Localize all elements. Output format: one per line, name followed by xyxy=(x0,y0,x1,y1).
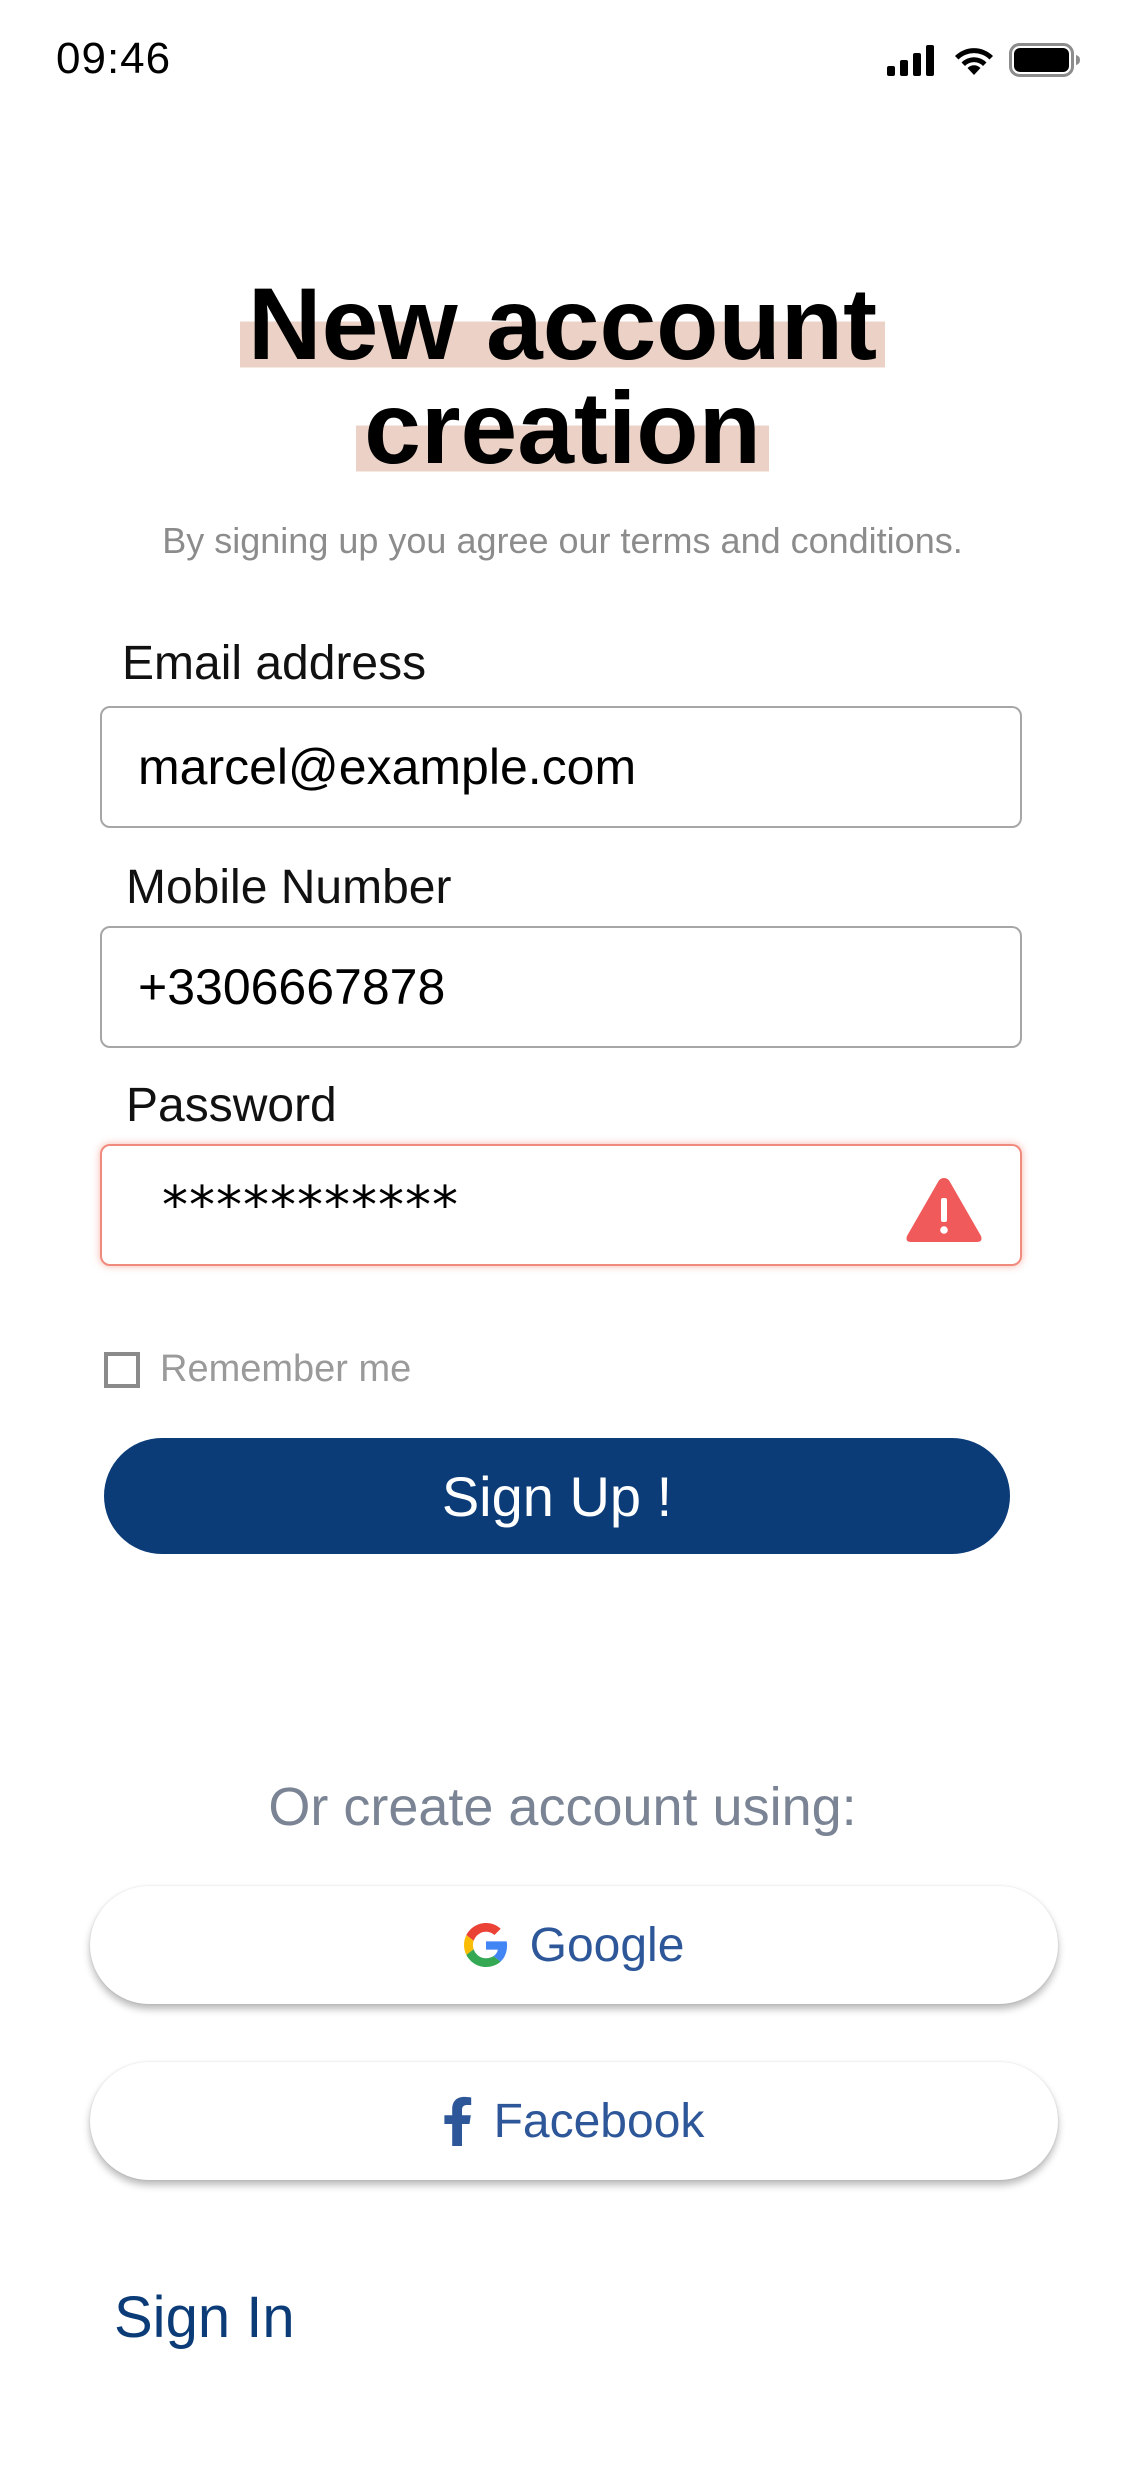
google-icon xyxy=(463,1923,507,1967)
email-field[interactable] xyxy=(138,708,938,826)
sign-in-link[interactable]: Sign In xyxy=(114,2284,295,2351)
email-field-box xyxy=(100,706,1022,828)
status-icons xyxy=(887,40,1081,80)
remember-me-label: Remember me xyxy=(160,1348,412,1390)
password-label: Password xyxy=(126,1079,337,1132)
facebook-icon xyxy=(443,2096,471,2146)
title-line-1: New account xyxy=(239,267,886,381)
email-label: Email address xyxy=(122,637,427,690)
signal-icon xyxy=(887,45,934,76)
signup-screen: 09:46 New account creation By signing up… xyxy=(0,0,1125,2466)
remember-me-checkbox[interactable] xyxy=(104,1351,140,1388)
mobile-field-box xyxy=(100,926,1022,1048)
status-time: 09:46 xyxy=(56,34,172,83)
sign-up-button[interactable]: Sign Up ! xyxy=(104,1438,1010,1554)
password-field[interactable]: *********** xyxy=(100,1144,1022,1266)
facebook-button-label: Facebook xyxy=(493,2094,705,2148)
terms-subtitle: By signing up you agree our terms and co… xyxy=(162,520,963,561)
warning-icon xyxy=(906,1178,982,1242)
google-button-label: Google xyxy=(529,1918,685,1972)
password-masked-value: *********** xyxy=(162,1176,459,1236)
social-heading: Or create account using: xyxy=(268,1777,857,1837)
facebook-button[interactable]: Facebook xyxy=(90,2062,1058,2180)
mobile-number-field[interactable] xyxy=(138,928,938,1046)
mobile-label: Mobile Number xyxy=(126,861,452,914)
title-line-2: creation xyxy=(356,371,769,485)
battery-icon xyxy=(1009,43,1080,77)
wifi-icon xyxy=(955,48,993,75)
google-button[interactable]: Google xyxy=(90,1886,1058,2004)
page-title: New account creation xyxy=(0,267,1125,485)
remember-me[interactable]: Remember me xyxy=(104,1348,411,1391)
